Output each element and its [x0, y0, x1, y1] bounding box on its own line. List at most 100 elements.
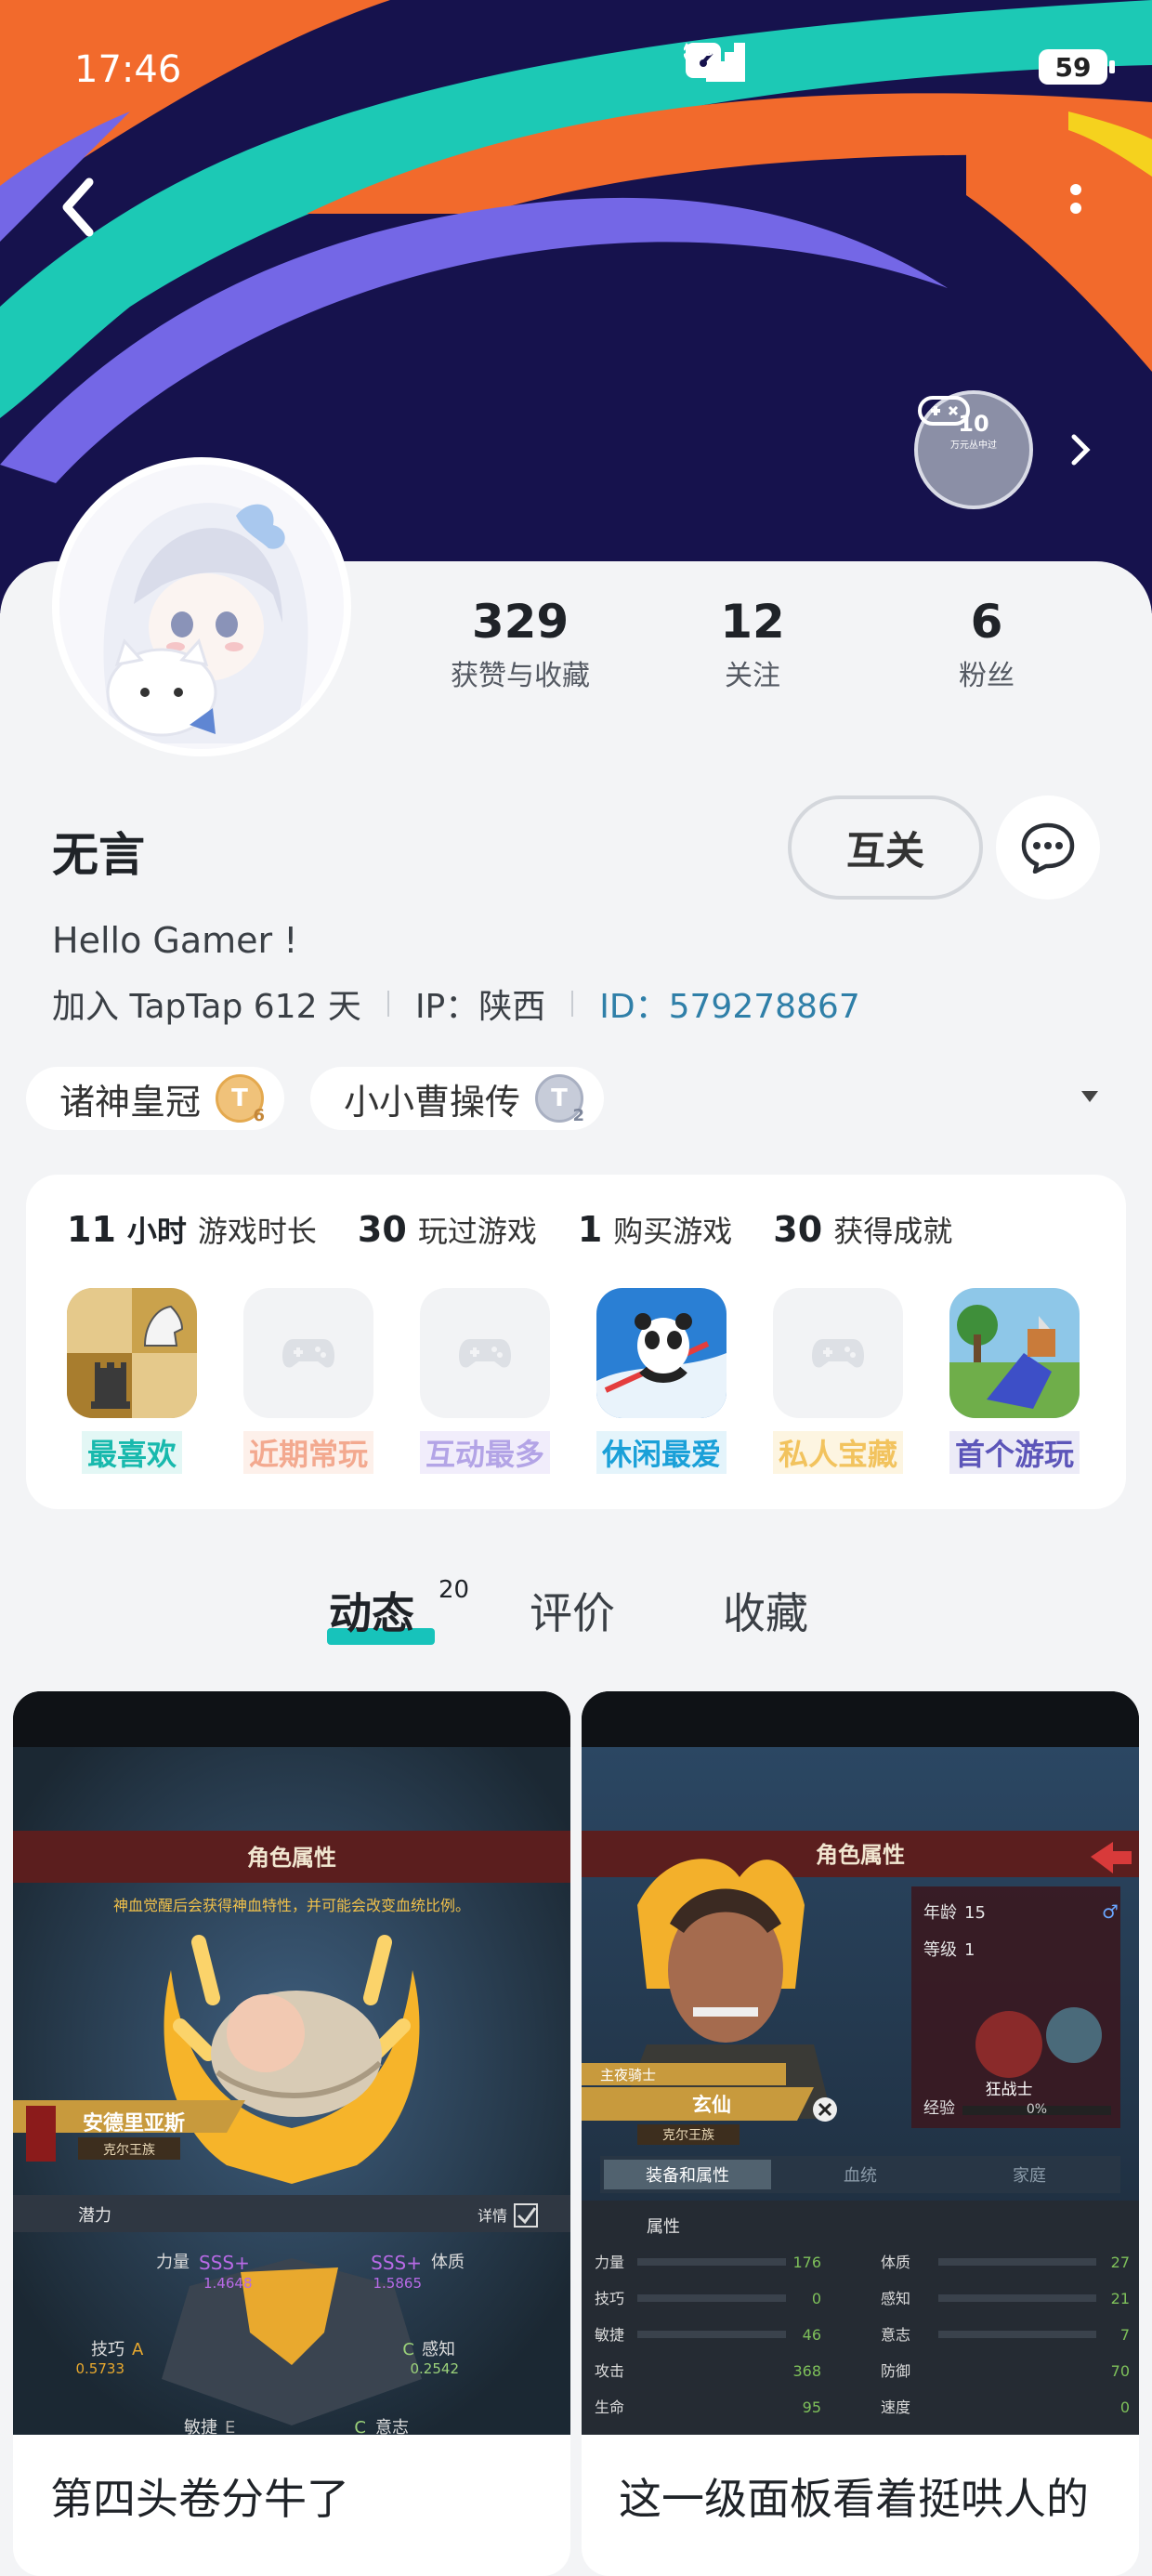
stat-followers-label: 粉丝 [959, 660, 1015, 692]
stat-left-label: 力量 [595, 2254, 624, 2271]
screen-tab-bloodline: 血统 [844, 2166, 877, 2186]
stat-left-value: 368 [792, 2362, 821, 2380]
post-title: 这一级面板看着挺哄人的 [619, 2474, 1089, 2524]
screen-grade-skill: A [132, 2340, 144, 2359]
screen-exp: 0% [1027, 2102, 1047, 2117]
stat-games-played[interactable]: 30 玩过游戏 [358, 1208, 537, 1251]
game-stats-screen-image: 角色属性 年龄 15 ♂ 等级 1 狂战士 经验 0% 主夜骑士 玄仙 克尔王族 [582, 1691, 1139, 2435]
screen-attr-agility: 敏捷 [184, 2418, 217, 2435]
screen-clan: 克尔王族 [103, 2143, 155, 2158]
stat-right-value: 70 [1111, 2362, 1130, 2380]
gamepad-placeholder-icon [420, 1288, 550, 1418]
meta-divider [571, 991, 574, 1017]
user-id[interactable]: ID：579278867 [599, 979, 859, 1028]
chevron-right-icon [1071, 434, 1091, 466]
screen-attr-constitution: 体质 [431, 2253, 465, 2272]
tile-label: 近期常玩 [243, 1431, 373, 1474]
chevron-left-icon [62, 177, 94, 237]
stat-likes[interactable]: 329 获赞与收藏 [418, 595, 622, 693]
tile-first-played[interactable]: 首个游玩 [949, 1288, 1080, 1474]
screen-age: 15 [964, 1903, 986, 1923]
stat-following[interactable]: 12 关注 [687, 595, 818, 693]
mutual-follow-button[interactable]: 互关 [788, 795, 983, 900]
male-icon: ♂ [1102, 1900, 1119, 1923]
screen-val-strength: 1.4648 [203, 2275, 253, 2292]
screen-rank: 主夜骑士 [600, 2067, 656, 2083]
stat-bar-track [938, 2294, 1096, 2302]
stat-right-value: 27 [1111, 2254, 1130, 2271]
screen-grade-will: C [354, 2418, 366, 2435]
stat-followers-value: 6 [970, 595, 1003, 649]
stat-bar-track [637, 2331, 786, 2338]
screen-val-perception: 0.2542 [411, 2360, 460, 2377]
post-card-1[interactable]: 角色属性 神血觉醒后会获得神血特性，并可能会改变血统比例。 安德里亚斯 克尔王族… [13, 1691, 570, 2576]
tab-favorites[interactable]: 收藏 [723, 1580, 808, 1641]
screen-attr-skill: 技巧 [91, 2340, 124, 2359]
tile-private-treasure[interactable]: 私人宝藏 [773, 1288, 903, 1474]
title-chip-1[interactable]: 诸神皇冠 T 6 [26, 1067, 285, 1130]
screen-subtitle: 神血觉醒后会获得神血特性，并可能会改变血统比例。 [113, 1897, 470, 1914]
message-button[interactable] [996, 795, 1100, 900]
stat-achievements[interactable]: 30 获得成就 [773, 1208, 952, 1251]
screen-clan: 克尔王族 [662, 2128, 714, 2143]
status-time: 17:46 [74, 48, 182, 91]
stat-games-bought[interactable]: 1 购买游戏 [578, 1208, 732, 1251]
screen-attr-strength: 力量 [156, 2253, 190, 2272]
badge-level: 6 [253, 1106, 266, 1125]
stat-play-hours[interactable]: 11 小时 游戏时长 [67, 1208, 317, 1251]
moon-icon [687, 43, 853, 88]
stat-bar-track [637, 2258, 786, 2266]
panda-ski-game-icon [596, 1288, 727, 1418]
screen-detail: 详情 [478, 2207, 507, 2225]
screen-tab-family: 家庭 [1013, 2166, 1046, 2186]
tab-posts-count: 20 [439, 1576, 470, 1604]
stat-right-label: 感知 [881, 2290, 910, 2307]
screen-class: 狂战士 [986, 2081, 1033, 2099]
tile-most-interactive[interactable]: 互动最多 [420, 1288, 550, 1474]
play-hours-unit: 小时 [126, 1214, 187, 1249]
more-vertical-icon [1070, 184, 1081, 214]
game-character-screen-image: 角色属性 神血觉醒后会获得神血特性，并可能会改变血统比例。 安德里亚斯 克尔王族… [13, 1691, 570, 2435]
tile-favorite[interactable]: 最喜欢 [67, 1288, 197, 1474]
screen-age-label: 年龄 [923, 1903, 957, 1923]
status-icons: 5G 5G 59 [684, 41, 1115, 93]
play-hours-value: 11 [67, 1209, 116, 1250]
join-days: 加入 TapTap 612 天 [52, 988, 361, 1026]
level-badge-arrow[interactable] [1067, 431, 1094, 468]
more-button[interactable] [1065, 182, 1087, 234]
stat-left-value: 46 [803, 2326, 821, 2344]
tile-recent[interactable]: 近期常玩 [243, 1288, 373, 1474]
stat-left-label: 生命 [595, 2399, 624, 2416]
screen-val-skill: 0.5733 [76, 2360, 125, 2377]
back-button[interactable] [52, 173, 108, 242]
games-played-label: 玩过游戏 [417, 1214, 537, 1249]
screen-section: 属性 [647, 2217, 680, 2237]
titles-expand-button[interactable] [1080, 1089, 1100, 1104]
level-badge[interactable]: 10 万元丛中过 [914, 390, 1033, 509]
screen-level: 1 [964, 1940, 975, 1960]
tab-reviews[interactable]: 评价 [530, 1580, 615, 1641]
tile-label: 私人宝藏 [773, 1431, 903, 1474]
post-screenshot: 角色属性 年龄 15 ♂ 等级 1 狂战士 经验 0% 主夜骑士 玄仙 克尔王族 [582, 1691, 1139, 2435]
level-badge-caption: 万元丛中过 [950, 440, 997, 451]
title-chip-2[interactable]: 小小曹操传 T 2 [310, 1067, 605, 1130]
stat-right-label: 防御 [881, 2362, 910, 2380]
profile-meta: 加入 TapTap 612 天 IP：陕西 ID：579278867 [52, 979, 860, 1028]
caret-down-icon [1081, 1091, 1098, 1102]
post-card-2[interactable]: 角色属性 年龄 15 ♂ 等级 1 狂战士 经验 0% 主夜骑士 玄仙 克尔王族 [582, 1691, 1139, 2576]
stat-right-label: 体质 [881, 2254, 910, 2271]
games-bought-value: 1 [577, 1209, 603, 1250]
stat-left-value: 0 [812, 2290, 821, 2307]
stat-right-label: 意志 [881, 2326, 910, 2344]
avatar[interactable] [52, 457, 351, 756]
game-tiles: 最喜欢 近期常玩 互动最多 休闲最爱 私人宝藏 首个游玩 [67, 1288, 1080, 1474]
tile-casual-favorite[interactable]: 休闲最爱 [596, 1288, 727, 1474]
tab-posts[interactable]: 动态 [329, 1580, 414, 1641]
game-stats-row: 11 小时 游戏时长 30 玩过游戏 1 购买游戏 30 获得成就 [67, 1208, 993, 1251]
speed-icon [686, 43, 790, 88]
screen-val-constitution: 1.5865 [373, 2275, 423, 2292]
game-summary-panel: 11 小时 游戏时长 30 玩过游戏 1 购买游戏 30 获得成就 最喜欢 近期… [26, 1175, 1126, 1509]
gamepad-icon [918, 396, 970, 426]
stat-followers[interactable]: 6 粉丝 [922, 595, 1052, 693]
achievements-value: 30 [773, 1209, 823, 1250]
